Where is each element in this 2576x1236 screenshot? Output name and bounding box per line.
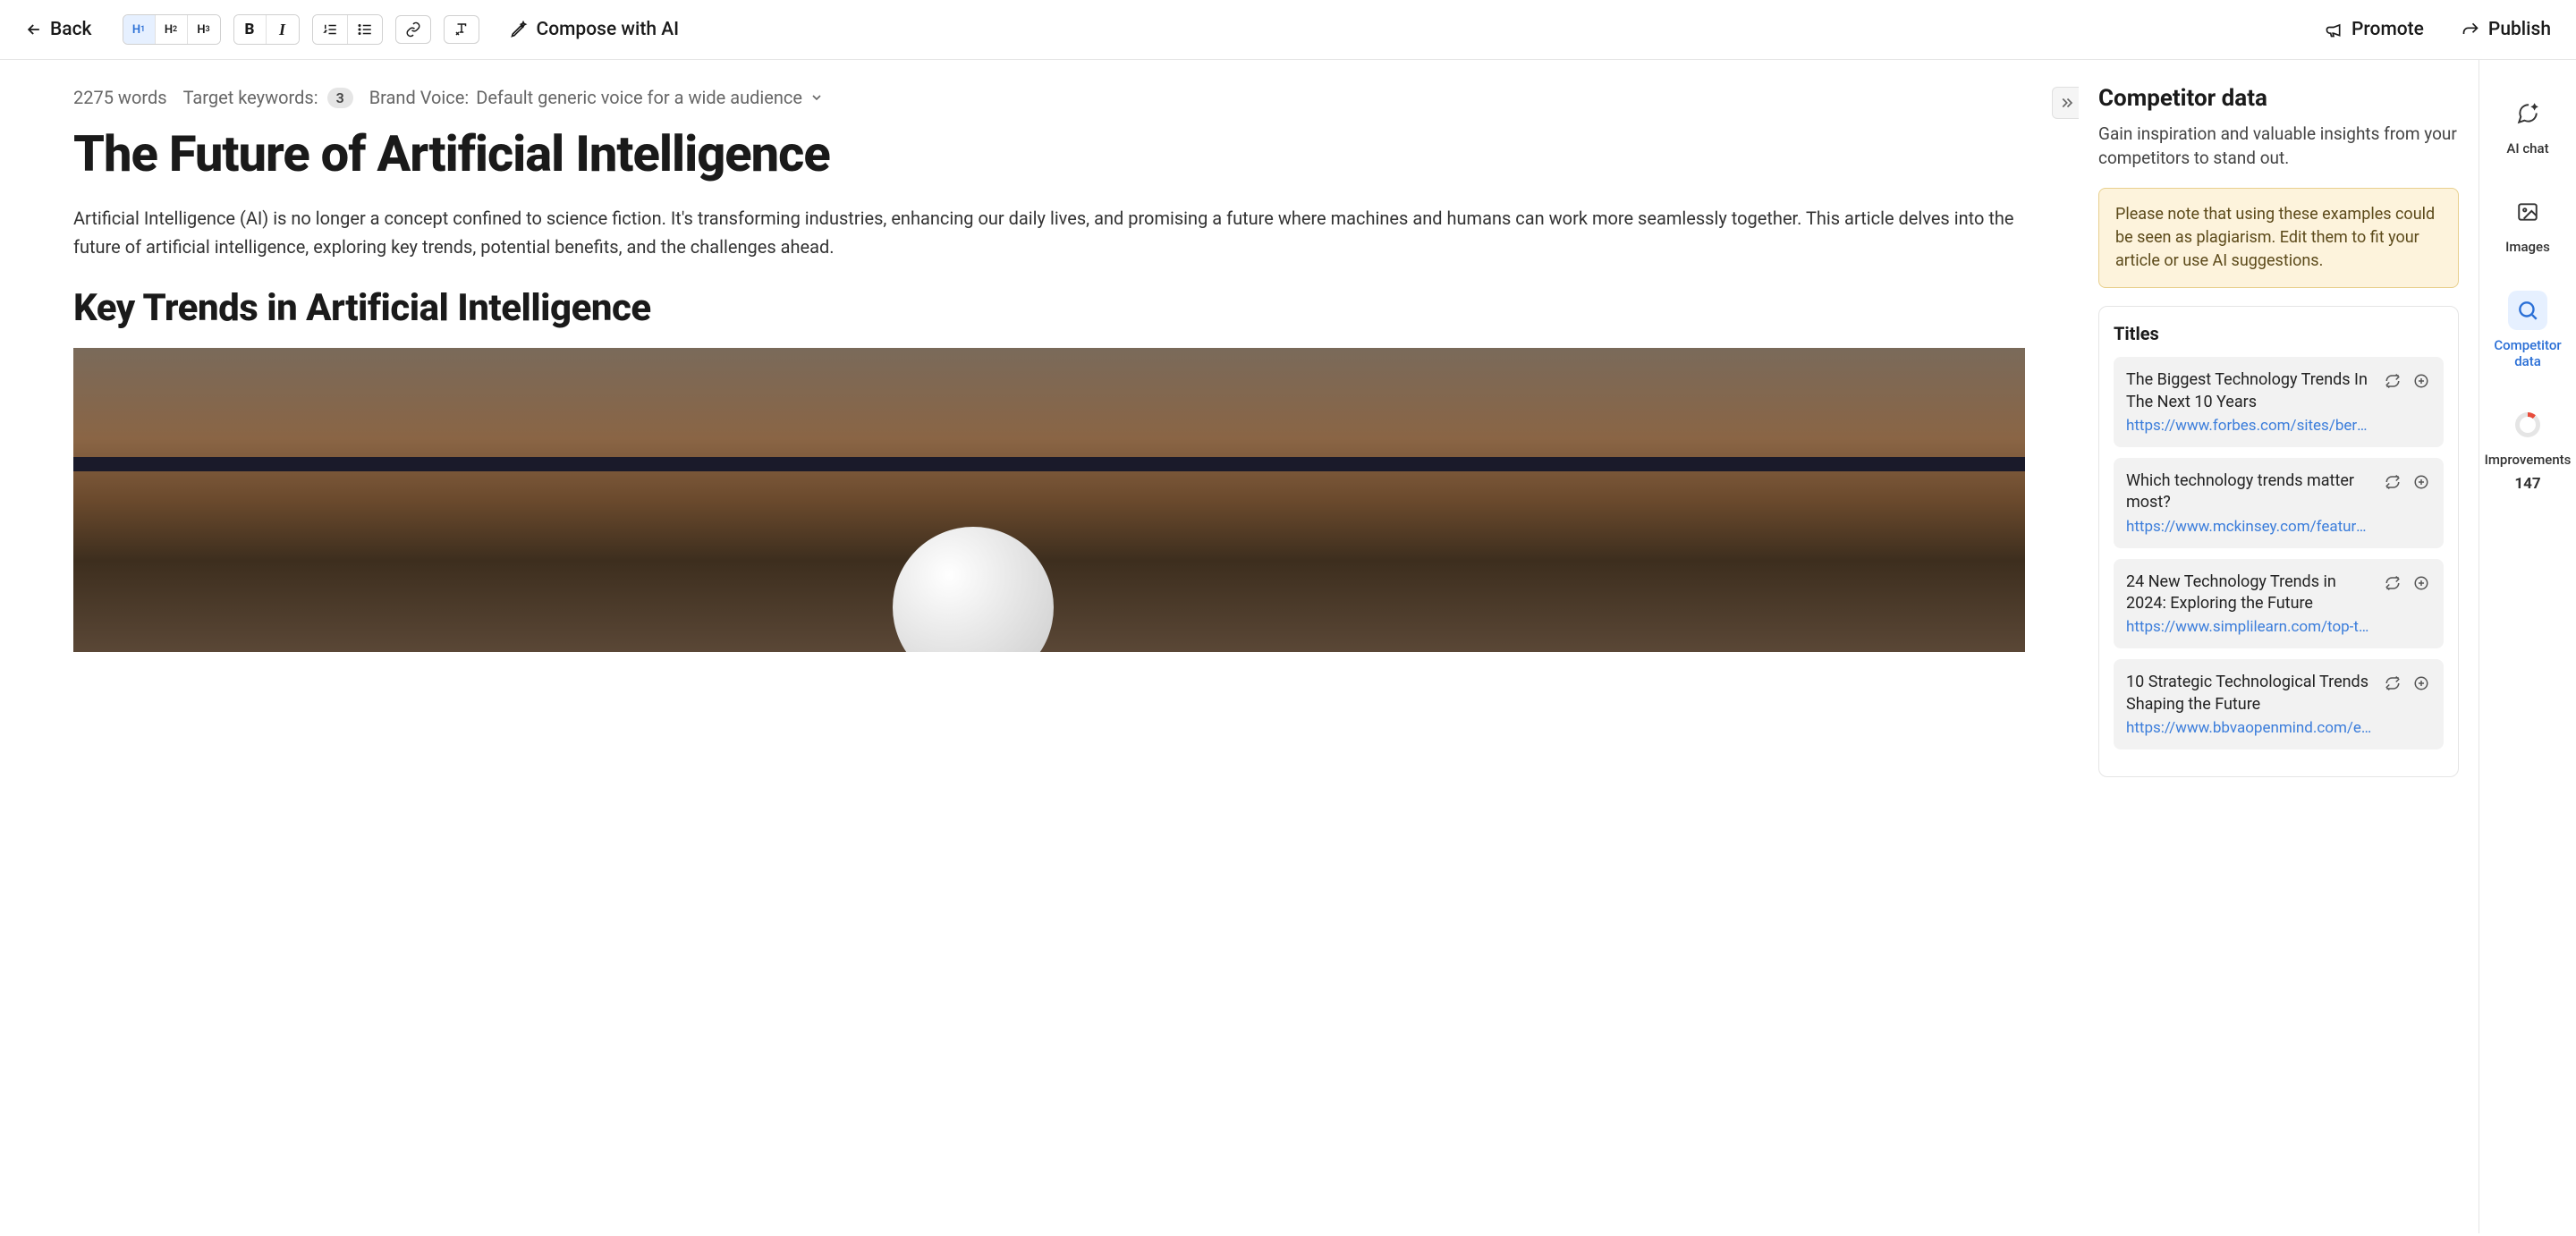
meta-row: 2275 words Target keywords: 3 Brand Voic…: [73, 87, 2025, 108]
list-group: [312, 14, 383, 45]
collapse-panel-button[interactable]: [2052, 87, 2079, 119]
competitor-title-item[interactable]: 10 Strategic Technological Trends Shapin…: [2114, 659, 2444, 749]
compose-ai-button[interactable]: Compose with AI: [510, 19, 680, 40]
article-image[interactable]: [73, 348, 2025, 652]
plus-circle-icon: [2413, 373, 2429, 389]
rail-images[interactable]: Images: [2488, 187, 2567, 260]
add-button[interactable]: [2411, 573, 2431, 593]
promote-label: Promote: [2351, 19, 2424, 40]
competitor-title-text: 10 Strategic Technological Trends Shapin…: [2126, 672, 2374, 715]
bullet-list-icon: [357, 21, 373, 38]
chevron-down-icon: [809, 90, 824, 105]
refresh-icon: [2385, 474, 2401, 490]
megaphone-icon: [2325, 21, 2343, 38]
refresh-icon: [2385, 675, 2401, 691]
arrow-left-icon: [25, 21, 43, 38]
promote-button[interactable]: Promote: [2325, 19, 2424, 40]
rail-improvements-label: Improvements: [2485, 452, 2572, 468]
refresh-button[interactable]: [2383, 573, 2402, 593]
competitor-title-url: https://www.simplilearn.com/top-tech...: [2126, 618, 2374, 636]
bullet-list-button[interactable]: [348, 15, 382, 44]
add-button[interactable]: [2411, 673, 2431, 693]
add-button[interactable]: [2411, 472, 2431, 492]
refresh-icon: [2385, 373, 2401, 389]
titles-heading: Titles: [2114, 323, 2444, 344]
brand-voice-label: Brand Voice:: [369, 87, 469, 108]
chat-sparkle-icon: [2516, 102, 2539, 125]
plagiarism-warning: Please note that using these examples co…: [2098, 188, 2459, 288]
brand-voice-selector[interactable]: Brand Voice: Default generic voice for a…: [369, 87, 824, 108]
rail-improvements[interactable]: Improvements 147: [2488, 400, 2567, 498]
h2-button[interactable]: H2: [156, 15, 188, 44]
panel-subtitle: Gain inspiration and valuable insights f…: [2098, 123, 2459, 170]
rail-images-label: Images: [2505, 239, 2550, 255]
rail-ai-chat[interactable]: AI chat: [2488, 89, 2567, 162]
competitor-title-text: Which technology trends matter most?: [2126, 470, 2374, 514]
rail-competitor-label: Competitor data: [2492, 337, 2563, 369]
ordered-list-button[interactable]: [313, 15, 348, 44]
chevrons-right-icon: [2058, 95, 2074, 111]
link-icon: [405, 21, 421, 38]
competitor-title-url: https://www.forbes.com/sites/bernar...: [2126, 417, 2374, 435]
brand-voice-value: Default generic voice for a wide audienc…: [476, 87, 802, 108]
sparkle-pen-icon: [510, 21, 528, 38]
bold-button[interactable]: B: [234, 15, 267, 44]
progress-donut-icon: [2515, 412, 2540, 437]
h3-button[interactable]: H3: [188, 15, 220, 44]
plus-circle-icon: [2413, 675, 2429, 691]
editor-pane: 2275 words Target keywords: 3 Brand Voic…: [0, 60, 2079, 1233]
panel-title: Competitor data: [2098, 85, 2459, 112]
competitor-title-item[interactable]: The Biggest Technology Trends In The Nex…: [2114, 357, 2444, 447]
rail-competitor-data[interactable]: Competitor data: [2488, 285, 2567, 375]
compose-label: Compose with AI: [537, 19, 680, 40]
refresh-button[interactable]: [2383, 673, 2402, 693]
target-kw-badge: 3: [327, 88, 353, 108]
ordered-list-icon: [322, 21, 338, 38]
article-intro[interactable]: Artificial Intelligence (AI) is no longe…: [73, 204, 2025, 261]
refresh-button[interactable]: [2383, 472, 2402, 492]
rail-ai-chat-label: AI chat: [2506, 140, 2548, 157]
publish-label: Publish: [2488, 19, 2551, 40]
article-h2[interactable]: Key Trends in Artificial Intelligence: [73, 286, 2025, 330]
back-label: Back: [50, 19, 92, 40]
format-group: B I: [233, 14, 300, 45]
competitor-panel: Competitor data Gain inspiration and val…: [2079, 60, 2479, 1233]
clear-format-icon: [453, 21, 470, 38]
refresh-button[interactable]: [2383, 371, 2402, 391]
refresh-icon: [2385, 575, 2401, 591]
competitor-title-item[interactable]: Which technology trends matter most? htt…: [2114, 458, 2444, 548]
word-count: 2275 words: [73, 87, 167, 108]
top-toolbar: Back H1 H2 H3 B I Compose with AI Promot…: [0, 0, 2576, 60]
competitor-title-text: The Biggest Technology Trends In The Nex…: [2126, 369, 2374, 413]
back-button[interactable]: Back: [25, 19, 92, 40]
heading-group: H1 H2 H3: [123, 14, 221, 45]
plus-circle-icon: [2413, 474, 2429, 490]
link-button[interactable]: [395, 15, 431, 44]
right-rail: AI chat Images Competitor data Improveme…: [2479, 60, 2576, 1233]
target-kw-label: Target keywords:: [183, 87, 318, 108]
h1-button[interactable]: H1: [123, 15, 156, 44]
competitor-title-item[interactable]: 24 New Technology Trends in 2024: Explor…: [2114, 559, 2444, 649]
add-button[interactable]: [2411, 371, 2431, 391]
target-keywords[interactable]: Target keywords: 3: [183, 87, 353, 108]
plus-circle-icon: [2413, 575, 2429, 591]
rail-improvements-count: 147: [2514, 475, 2540, 493]
titles-card: Titles The Biggest Technology Trends In …: [2098, 306, 2459, 776]
search-icon: [2516, 299, 2539, 322]
clear-format-button[interactable]: [444, 15, 479, 44]
image-icon: [2516, 200, 2539, 224]
article-title[interactable]: The Future of Artificial Intelligence: [73, 126, 2025, 182]
share-arrow-icon: [2462, 21, 2479, 38]
italic-button[interactable]: I: [267, 15, 299, 44]
publish-button[interactable]: Publish: [2462, 19, 2551, 40]
competitor-title-url: https://www.mckinsey.com/featured-i...: [2126, 518, 2374, 536]
competitor-title-url: https://www.bbvaopenmind.com/en/t...: [2126, 719, 2374, 737]
competitor-title-text: 24 New Technology Trends in 2024: Explor…: [2126, 571, 2374, 615]
